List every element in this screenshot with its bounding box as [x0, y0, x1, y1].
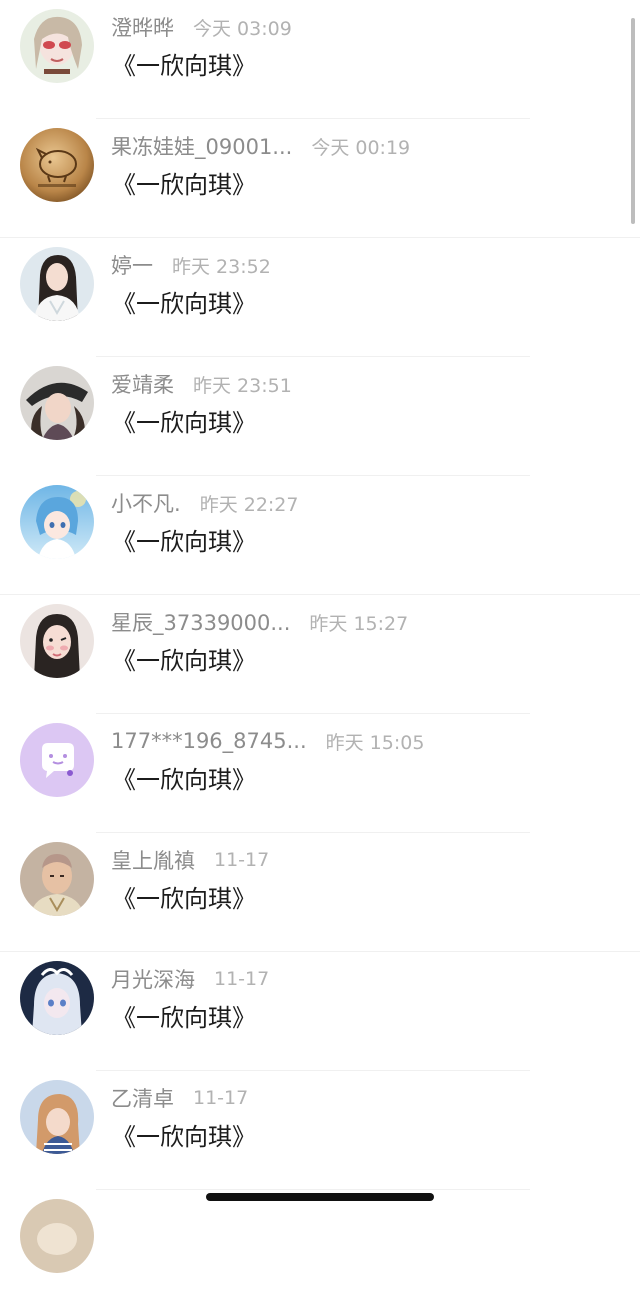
comment-text: 《一欣向琪》: [112, 171, 256, 199]
comment-text: 《一欣向琪》: [112, 1004, 256, 1032]
username[interactable]: 星辰_37339000...: [111, 607, 290, 637]
username[interactable]: 小不凡.: [111, 488, 181, 518]
comment-text: 《一欣向琪》: [112, 409, 256, 437]
avatar-girl-selfie-icon[interactable]: [20, 1080, 94, 1154]
comment-text: 《一欣向琪》: [112, 52, 256, 80]
comment-item[interactable]: 小不凡. 昨天 22:27 《一欣向琪》: [0, 476, 640, 595]
comment-meta: 乙清卓 11-17: [111, 1084, 248, 1112]
username[interactable]: 乙清卓: [111, 1083, 174, 1113]
comment-text: 《一欣向琪》: [112, 528, 256, 556]
comment-time: 今天 00:19: [311, 136, 411, 159]
comment-meta: 婷一 昨天 23:52: [111, 251, 271, 279]
avatar-default-purple-chat-icon[interactable]: [20, 723, 94, 797]
comment-meta: 177***196_8745... 昨天 15:05: [111, 727, 424, 755]
username[interactable]: 澄晔晔: [111, 12, 174, 42]
comment-item[interactable]: 果冻娃娃_09001... 今天 00:19 《一欣向琪》: [0, 119, 640, 238]
comment-item[interactable]: 皇上胤禛 11-17 《一欣向琪》: [0, 833, 640, 952]
avatar-girl-braids-icon[interactable]: [20, 604, 94, 678]
comment-meta: [111, 1203, 130, 1231]
username[interactable]: 爱靖柔: [111, 369, 174, 399]
comment-meta: 皇上胤禛 11-17: [111, 846, 269, 874]
comment-item[interactable]: 爱靖柔 昨天 23:51 《一欣向琪》: [0, 357, 640, 476]
username[interactable]: 婷一: [111, 250, 153, 280]
username[interactable]: 177***196_8745...: [111, 729, 307, 753]
username[interactable]: 月光深海: [111, 964, 195, 994]
username[interactable]: 果冻娃娃_09001...: [111, 131, 292, 161]
comment-time: 11-17: [214, 968, 270, 990]
comment-meta: 澄晔晔 今天 03:09: [111, 13, 292, 41]
comment-time: 昨天 23:51: [193, 374, 292, 397]
comment-item[interactable]: 星辰_37339000... 昨天 15:27 《一欣向琪》: [0, 595, 640, 714]
comment-text: 《一欣向琪》: [112, 766, 256, 794]
comment-time: 昨天 22:27: [199, 493, 299, 516]
comment-time: 昨天 23:52: [172, 255, 271, 278]
avatar-girl-with-hat-icon[interactable]: [20, 366, 94, 440]
comment-text: 《一欣向琪》: [112, 1123, 256, 1151]
comment-text: 《一欣向琪》: [112, 647, 256, 675]
comment-time: 11-17: [214, 849, 270, 871]
avatar-doll-white-hair-icon[interactable]: [20, 961, 94, 1035]
avatar-anime-girl-red-glasses-icon[interactable]: [20, 9, 94, 83]
avatar-girl-white-dress-icon[interactable]: [20, 247, 94, 321]
avatar-qing-dynasty-man-icon[interactable]: [20, 842, 94, 916]
comment-text: 《一欣向琪》: [112, 290, 256, 318]
comment-meta: 星辰_37339000... 昨天 15:27: [111, 608, 408, 636]
avatar-partial-icon[interactable]: [20, 1199, 94, 1273]
comment-item[interactable]: 婷一 昨天 23:52 《一欣向琪》: [0, 238, 640, 357]
scrollbar[interactable]: [631, 18, 635, 224]
comment-meta: 小不凡. 昨天 22:27: [111, 489, 298, 517]
comment-item[interactable]: 澄晔晔 今天 03:09 《一欣向琪》: [0, 0, 640, 119]
comment-meta: 月光深海 11-17: [111, 965, 269, 993]
comment-time: 昨天 15:27: [309, 612, 409, 635]
comment-time: 今天 03:09: [193, 17, 292, 40]
username[interactable]: 皇上胤禛: [111, 845, 195, 875]
avatar-anime-blue-hair-girl-icon[interactable]: [20, 485, 94, 559]
comment-meta: 爱靖柔 昨天 23:51: [111, 370, 292, 398]
comment-time: 昨天 15:05: [325, 731, 425, 754]
comment-item[interactable]: 月光深海 11-17 《一欣向琪》: [0, 952, 640, 1071]
comment-text: 《一欣向琪》: [112, 885, 256, 913]
comment-meta: 果冻娃娃_09001... 今天 00:19: [111, 132, 410, 160]
comment-item[interactable]: 177***196_8745... 昨天 15:05 《一欣向琪》: [0, 714, 640, 833]
comment-item[interactable]: [0, 1190, 640, 1309]
avatar-golden-pig-emblem-icon[interactable]: [20, 128, 94, 202]
home-indicator[interactable]: [206, 1193, 434, 1201]
comment-item[interactable]: 乙清卓 11-17 《一欣向琪》: [0, 1071, 640, 1190]
comment-time: 11-17: [193, 1087, 249, 1109]
